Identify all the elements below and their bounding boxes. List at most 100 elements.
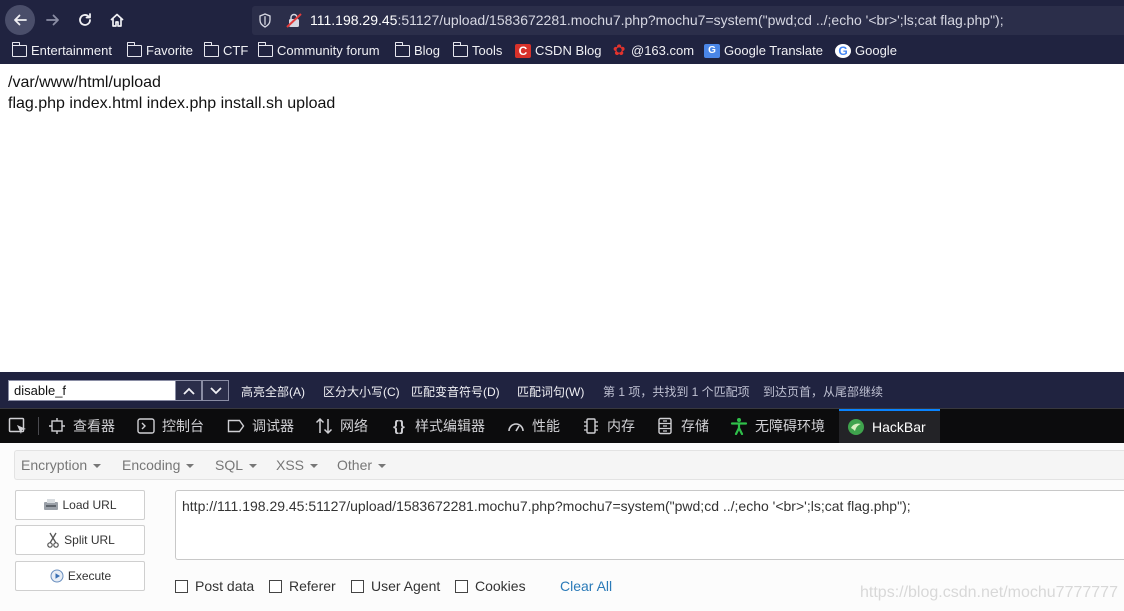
tab-network[interactable]: 网络 — [315, 409, 368, 443]
hackbar-menu-bar: Encryption Encoding SQL XSS Other — [14, 450, 1124, 480]
bookmark-google[interactable]: G Google — [835, 43, 897, 58]
caret-down-icon — [378, 464, 387, 469]
find-previous-button[interactable] — [175, 380, 202, 401]
debugger-icon — [227, 417, 245, 435]
insecure-connection-lock-icon[interactable] — [286, 13, 302, 28]
page-content: /var/www/html/upload flag.php index.html… — [0, 64, 1124, 372]
hackbar-icon — [847, 418, 865, 436]
hackbar-url-textarea[interactable]: http://111.198.29.45:51127/upload/158367… — [175, 490, 1124, 560]
button-label: Execute — [67, 569, 112, 583]
checkbox-label: Post data — [195, 578, 255, 594]
bookmark-label: CSDN Blog — [535, 43, 602, 58]
match-case-toggle[interactable]: 区分大小写(C) — [323, 383, 400, 400]
bookmark-label: Favorite — [146, 43, 193, 58]
tab-console[interactable]: 控制台 — [137, 409, 204, 443]
bookmark-csdn-blog[interactable]: C CSDN Blog — [515, 43, 601, 58]
tab-label: 查看器 — [73, 418, 115, 434]
bookmark-label: CTF — [223, 43, 249, 58]
tab-hackbar[interactable]: HackBar — [839, 409, 940, 443]
url-text[interactable]: 111.198.29.45:51127/upload/1583672281.mo… — [310, 12, 1004, 28]
toolbar-separator — [38, 417, 39, 435]
tab-performance[interactable]: 性能 — [507, 409, 560, 443]
element-picker-icon[interactable] — [8, 417, 28, 435]
tracking-protection-shield-icon[interactable] — [258, 13, 272, 28]
match-diacritics-toggle[interactable]: 匹配变音符号(D) — [411, 383, 500, 400]
bookmark-tools[interactable]: Tools — [452, 41, 502, 58]
referer-checkbox[interactable]: Referer — [269, 578, 336, 594]
clear-all-link[interactable]: Clear All — [560, 578, 612, 594]
back-button[interactable] — [5, 5, 35, 35]
post-data-checkbox[interactable]: Post data — [175, 578, 254, 594]
bookmarks-toolbar: Entertainment Favorite CTF Community for… — [0, 40, 1124, 64]
url-host: 111.198.29.45 — [310, 12, 398, 28]
forward-button[interactable] — [38, 5, 68, 35]
devtools-toolbar: 查看器 控制台 调试器 网络 {} 样式编辑器 性能 内存 存储 无障碍环境 H… — [0, 408, 1124, 443]
tab-label: 调试器 — [252, 418, 294, 434]
navigation-bar: 111.198.29.45:51127/upload/1583672281.mo… — [0, 0, 1124, 40]
cookies-checkbox[interactable]: Cookies — [455, 578, 526, 594]
console-icon — [137, 417, 155, 435]
menu-sql[interactable]: SQL — [215, 457, 258, 473]
menu-label: SQL — [215, 457, 244, 473]
menu-xss[interactable]: XSS — [276, 457, 319, 473]
execute-button[interactable]: Execute — [15, 561, 145, 591]
folder-icon — [394, 41, 410, 57]
user-agent-checkbox[interactable]: User Agent — [351, 578, 440, 594]
checkbox-box[interactable] — [175, 579, 188, 593]
tab-label: 存储 — [681, 418, 709, 434]
chevron-up-icon — [182, 387, 195, 395]
csdn-icon: C — [515, 43, 531, 58]
load-url-icon — [43, 498, 59, 512]
tab-label: 性能 — [532, 418, 560, 434]
checkbox-label: Referer — [289, 578, 336, 594]
tab-label: 内存 — [607, 418, 635, 434]
menu-other[interactable]: Other — [337, 457, 387, 473]
bookmark-google-translate[interactable]: G Google Translate — [704, 43, 823, 58]
bookmark-label: Community forum — [277, 43, 380, 58]
tab-memory[interactable]: 内存 — [582, 409, 635, 443]
checkbox-box[interactable] — [455, 579, 468, 593]
tab-label: 样式编辑器 — [415, 418, 485, 434]
inspector-icon — [48, 417, 66, 435]
bookmark-label: @163.com — [631, 43, 695, 58]
storage-icon — [656, 417, 674, 435]
menu-encoding[interactable]: Encoding — [122, 457, 195, 473]
menu-encryption[interactable]: Encryption — [21, 457, 102, 473]
style-editor-icon: {} — [393, 417, 405, 435]
find-next-button[interactable] — [202, 380, 229, 401]
whole-words-toggle[interactable]: 匹配词句(W) — [517, 383, 584, 400]
button-label: Load URL — [62, 498, 117, 512]
find-input[interactable]: disable_f — [8, 380, 176, 401]
home-icon — [110, 13, 124, 27]
bookmark-blog[interactable]: Blog — [394, 41, 441, 58]
menu-label: Other — [337, 457, 373, 473]
reload-button[interactable] — [70, 5, 100, 35]
google-translate-icon: G — [704, 43, 720, 58]
split-url-button[interactable]: Split URL — [15, 525, 145, 555]
caret-down-icon — [249, 464, 258, 469]
tab-style-editor[interactable]: {} 样式编辑器 — [390, 409, 485, 443]
tab-inspector[interactable]: 查看器 — [48, 409, 115, 443]
bookmark-entertainment[interactable]: Entertainment — [11, 41, 112, 58]
highlight-all-toggle[interactable]: 高亮全部(A) — [241, 383, 305, 400]
checkbox-box[interactable] — [269, 579, 282, 593]
bookmark-163[interactable]: ✿ @163.com — [611, 41, 695, 59]
tab-debugger[interactable]: 调试器 — [227, 409, 294, 443]
bookmark-ctf[interactable]: CTF — [203, 41, 249, 58]
netease-163-icon: ✿ — [612, 41, 626, 59]
load-url-button[interactable]: Load URL — [15, 490, 145, 520]
output-line-pwd: /var/www/html/upload — [8, 74, 161, 91]
network-icon — [315, 417, 333, 435]
bookmark-label: Blog — [414, 43, 441, 58]
bookmark-favorite[interactable]: Favorite — [126, 41, 193, 58]
checkbox-box[interactable] — [351, 579, 364, 593]
home-button[interactable] — [102, 5, 132, 35]
find-wrap-notice: 到达页首，从尾部继续 — [763, 385, 884, 399]
bookmark-community-forum[interactable]: Community forum — [257, 41, 380, 58]
tab-accessibility[interactable]: 无障碍环境 — [730, 409, 825, 443]
folder-icon — [203, 41, 219, 57]
folder-icon — [452, 41, 468, 57]
caret-down-icon — [93, 464, 102, 469]
tab-storage[interactable]: 存储 — [656, 409, 709, 443]
url-bar[interactable]: 111.198.29.45:51127/upload/1583672281.mo… — [252, 6, 1124, 35]
